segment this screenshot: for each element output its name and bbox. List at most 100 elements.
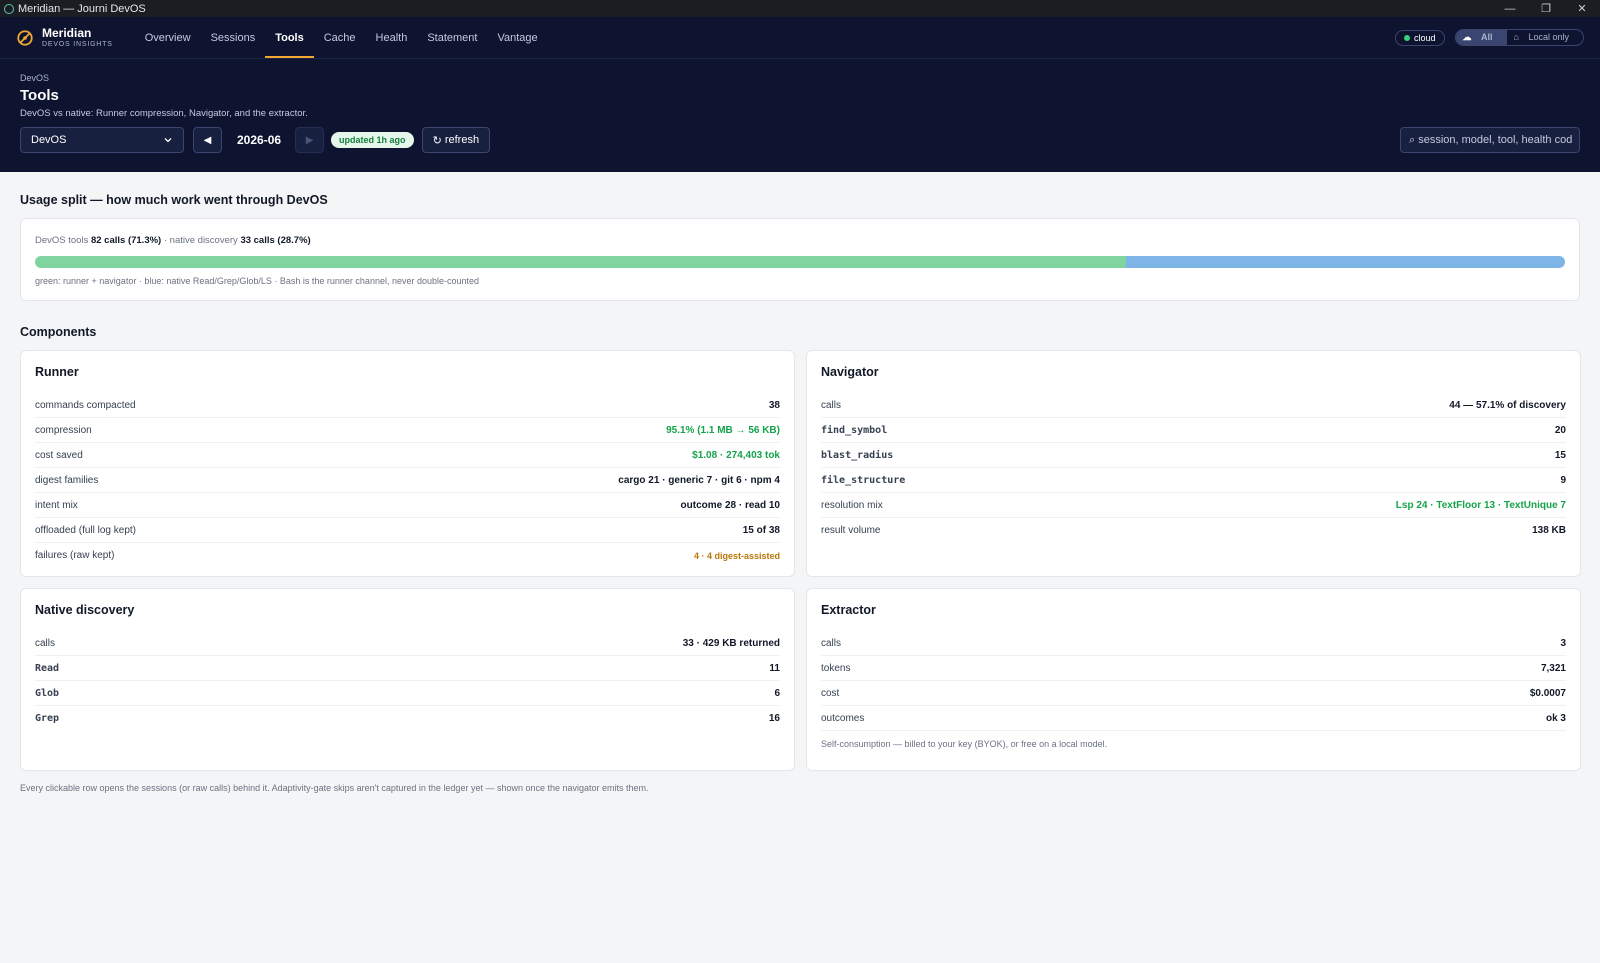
row-value: 11 [769, 662, 780, 674]
row-value: 6 [774, 687, 780, 699]
extractor-note: Self-consumption — billed to your key (B… [821, 739, 1108, 749]
tab-overview[interactable]: Overview [135, 17, 201, 58]
table-row[interactable]: calls 44 — 57.1% of discovery [821, 393, 1566, 418]
devos-label: DevOS tools [35, 235, 89, 246]
prev-month-button[interactable]: ◀ [193, 127, 222, 153]
row-label: calls [821, 399, 842, 411]
table-row[interactable]: cost $0.0007 [821, 681, 1566, 706]
tab-statement[interactable]: Statement [417, 17, 487, 58]
page-subtitle: DevOS vs native: Runner compression, Nav… [20, 108, 308, 119]
row-value: 138 KB [1532, 525, 1566, 536]
minimize-icon[interactable]: — [1492, 0, 1528, 17]
chevron-left-icon: ◀ [203, 134, 212, 146]
table-row[interactable]: cost saved $1.08 · 274,403 tok [35, 443, 780, 468]
navigator-card: Navigator calls 44 — 57.1% of discovery f… [806, 350, 1581, 577]
table-row[interactable]: resolution mix Lsp 24 · TextFloor 13 · Te… [821, 493, 1566, 518]
table-row[interactable]: calls 33 · 429 KB returned [35, 631, 780, 656]
table-row[interactable]: compression 95.1% (1.1 MB → 56 KB) [35, 418, 780, 443]
row-value: 15 of 38 [742, 524, 780, 536]
chevron-down-icon [164, 138, 172, 143]
table-row[interactable]: Grep 16 [35, 706, 780, 731]
app-icon [4, 3, 14, 14]
refresh-icon: ↻ [432, 134, 445, 147]
table-row[interactable]: blast_radius 15 [821, 443, 1566, 468]
tab-sessions[interactable]: Sessions [201, 17, 266, 58]
table-row[interactable]: tokens 7,321 [821, 656, 1566, 681]
usage-summary: DevOS tools 82 calls (71.3%) · native di… [35, 235, 1565, 246]
row-value: 33 · 429 KB returned [682, 637, 780, 649]
refresh-button[interactable]: ↻ refresh [421, 127, 491, 153]
nav-tabs: Overview Sessions Tools Cache Health Sta… [135, 17, 548, 58]
row-label: compression [35, 424, 92, 436]
brand[interactable]: Meridian DEVOS INSIGHTS [16, 26, 113, 49]
usage-bar-devos[interactable] [35, 256, 1126, 268]
row-value: $0.0007 [1529, 687, 1566, 699]
row-label: blast_radius [821, 449, 894, 461]
updated-badge: updated 1h ago [331, 132, 414, 148]
row-value: 20 [1554, 424, 1566, 436]
next-month-button[interactable]: ▶ [295, 127, 325, 153]
breadcrumb[interactable]: DevOS [20, 73, 1580, 83]
scope-local-label: Local only [1528, 32, 1569, 42]
table-row[interactable]: result volume 138 KB [821, 518, 1566, 543]
search-placeholder: session, model, tool, health cod [1418, 134, 1573, 146]
status-dot-icon [1403, 34, 1410, 41]
row-label: intent mix [35, 499, 78, 511]
scope-local-button[interactable]: ⌂ Local only [1507, 30, 1583, 45]
scope-all-label: All [1481, 32, 1493, 42]
row-value: 38 [768, 399, 780, 411]
table-row[interactable]: calls 3 [821, 631, 1566, 656]
table-row[interactable]: find_symbol 20 [821, 418, 1566, 443]
refresh-label: refresh [444, 134, 480, 146]
table-row[interactable]: file_structure 9 [821, 468, 1566, 493]
row-value: $1.08 · 274,403 tok [692, 449, 780, 461]
main-content: Usage split — how much work went through… [0, 193, 1600, 793]
tab-cache[interactable]: Cache [314, 17, 366, 58]
row-value: 3 [1560, 637, 1566, 649]
table-row[interactable]: Read 11 [35, 656, 780, 681]
row-label: commands compacted [35, 399, 136, 411]
table-row[interactable]: commands compacted 38 [35, 393, 780, 418]
row-label: digest families [35, 474, 99, 486]
current-month: 2026-06 [237, 133, 282, 147]
usage-bar-native[interactable] [1125, 256, 1565, 268]
close-icon[interactable]: ✕ [1564, 0, 1600, 17]
row-value: 9 [1560, 474, 1566, 486]
meridian-logo-icon [17, 29, 33, 46]
row-value: 15 [1554, 449, 1566, 461]
tab-vantage[interactable]: Vantage [487, 17, 547, 58]
app-header: Meridian DEVOS INSIGHTS Overview Session… [0, 17, 1600, 59]
table-row[interactable]: failures (raw kept) 4 · 4 digest-assisted [35, 543, 780, 568]
components-section-title: Components [20, 325, 97, 339]
search-input[interactable]: ⌕ session, model, tool, health cod [1400, 127, 1580, 153]
footnote: Every clickable row opens the sessions (… [20, 783, 649, 793]
navigator-title: Navigator [821, 365, 879, 379]
row-label: offloaded (full log kept) [35, 524, 136, 536]
table-row[interactable]: outcomes ok 3 [821, 706, 1566, 731]
table-row[interactable]: intent mix outcome 28 · read 10 [35, 493, 780, 518]
cloud-status-badge[interactable]: cloud [1394, 29, 1445, 46]
row-value: 16 [768, 713, 780, 724]
row-label: cost saved [35, 449, 83, 461]
row-label: Glob [35, 687, 60, 699]
row-label: resolution mix [821, 499, 883, 511]
tab-health[interactable]: Health [366, 17, 418, 58]
scope-all-button[interactable]: ☁ All [1455, 30, 1507, 45]
restore-icon[interactable]: ❐ [1528, 0, 1564, 17]
table-row[interactable]: digest families cargo 21 · generic 7 · gi… [35, 468, 780, 493]
native-discovery-card: Native discovery calls 33 · 429 KB return… [20, 588, 795, 771]
row-value: 44 — 57.1% of discovery [1449, 399, 1566, 411]
table-row[interactable]: offloaded (full log kept) 15 of 38 [35, 518, 780, 543]
row-label: find_symbol [821, 424, 888, 436]
runner-card: Runner commands compacted 38 compression 9… [20, 350, 795, 577]
row-label: calls [35, 637, 56, 649]
page-header: DevOS Tools DevOS vs native: Runner comp… [0, 59, 1600, 172]
table-row[interactable]: Glob 6 [35, 681, 780, 706]
product-select[interactable]: DevOS [20, 127, 184, 153]
usage-card: DevOS tools 82 calls (71.3%) · native di… [20, 218, 1580, 301]
row-value: outcome 28 · read 10 [680, 499, 780, 511]
tab-tools[interactable]: Tools [265, 17, 314, 58]
window-titlebar: Meridian — Journi DevOS — ❐ ✕ [0, 0, 1600, 17]
row-value: Lsp 24 · TextFloor 13 · TextUnique 7 [1395, 499, 1566, 511]
native-discovery-title: Native discovery [35, 603, 135, 617]
